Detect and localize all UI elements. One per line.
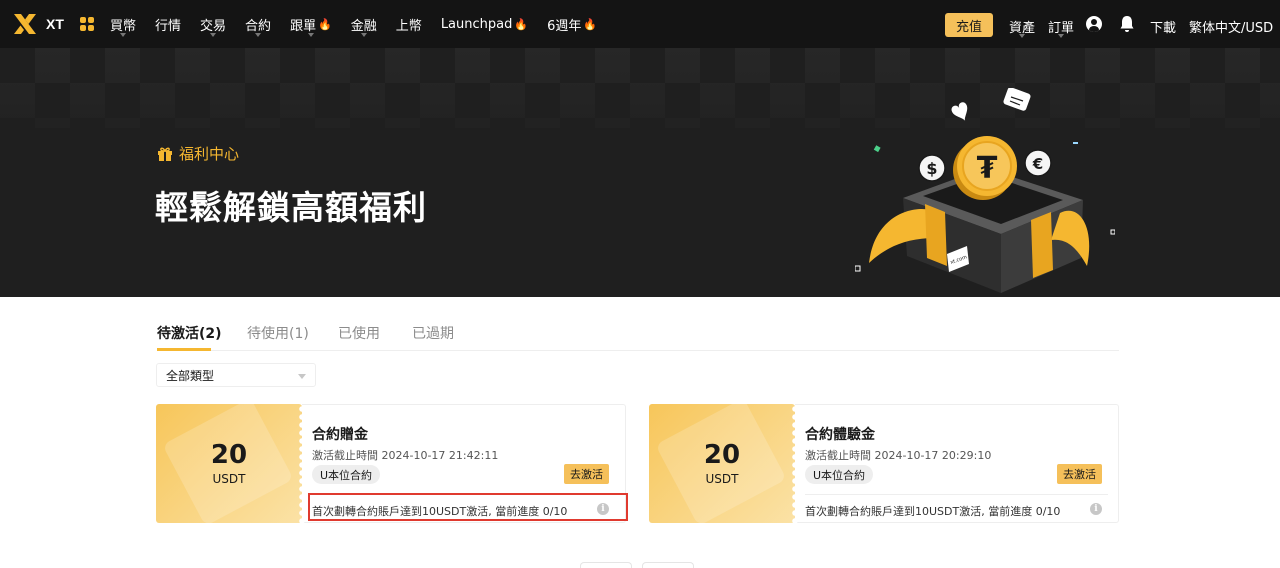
- coupon-unit: USDT: [212, 472, 246, 486]
- apps-grid-icon[interactable]: [80, 17, 94, 31]
- coupon-amount-panel: 20 USDT: [649, 404, 795, 523]
- logo-text: XT: [46, 16, 64, 32]
- type-filter-select[interactable]: 全部類型: [156, 363, 316, 387]
- orders-menu[interactable]: 訂單: [1048, 17, 1074, 38]
- locale-selector[interactable]: 繁体中文/USD: [1189, 17, 1273, 36]
- user-avatar-icon[interactable]: [1086, 16, 1102, 32]
- nav-menu-label: 交易: [200, 18, 227, 34]
- xt-logo-icon: [14, 14, 36, 34]
- assets-menu[interactable]: 資產: [1009, 17, 1035, 38]
- chevron-down-icon: [307, 32, 314, 37]
- coupon-type-badge: U本位合約: [805, 465, 874, 484]
- perforation-edge: [298, 405, 306, 524]
- svg-text:₮: ₮: [977, 151, 998, 186]
- coupon-condition: 首次劃轉合約賬戶達到10USDT激活, 當前進度 0/10: [805, 505, 1061, 518]
- flame-icon: 🔥: [318, 17, 332, 31]
- nav-menu-label: 6週年: [547, 18, 582, 34]
- activate-button[interactable]: 去激活: [564, 464, 609, 484]
- flame-icon: 🔥: [514, 17, 529, 31]
- hero-banner: 福利中心 輕鬆解鎖高額福利 xt.com ₮ $ €: [0, 48, 1280, 297]
- activate-button[interactable]: 去激活: [1057, 464, 1102, 484]
- tab-pending-activation[interactable]: 待激活(2): [157, 323, 222, 343]
- perforation-edge: [791, 405, 799, 524]
- chevron-down-icon: [120, 32, 126, 37]
- chevron-down-icon: [255, 32, 262, 37]
- xt-logo[interactable]: XT: [12, 12, 64, 36]
- chevron-down-icon: [298, 374, 306, 379]
- coupon-type-badge: U本位合約: [312, 465, 381, 484]
- svg-text:€: €: [1032, 155, 1043, 173]
- nav-menu-item[interactable]: 買幣: [110, 15, 137, 37]
- nav-menu-item[interactable]: 6週年 🔥: [547, 15, 597, 34]
- chevron-down-icon: [360, 32, 367, 37]
- tab-used[interactable]: 已使用: [338, 323, 380, 343]
- coupon-details: 合約贈金 激活截止時間 2024-10-17 21:42:11 U本位合約 去激…: [298, 404, 628, 524]
- tab-pending-use[interactable]: 待使用(1): [247, 323, 309, 343]
- nav-menu-item[interactable]: 合約: [245, 15, 272, 37]
- coupon-deadline: 激活截止時間 2024-10-17 21:42:11: [312, 449, 499, 462]
- nav-menu-label: 金融: [350, 18, 377, 34]
- top-nav: XT 買幣 行情 交易 合約 跟單 🔥 金融 上幣 Launchpad 🔥 6週年 🔥 充值 資產 訂…: [0, 0, 1280, 48]
- coupon-title: 合約贈金: [312, 427, 368, 443]
- card-divider: [805, 494, 1108, 495]
- locale-label: 繁体中文/USD: [1189, 21, 1274, 36]
- coupon-card: 20 USDT 合約贈金 激活截止時間 2024-10-17 21:42:11 …: [156, 404, 628, 524]
- active-tab-indicator: [157, 348, 211, 351]
- flame-icon: 🔥: [583, 17, 598, 31]
- chevron-down-icon: [1019, 34, 1025, 38]
- hero-title: 輕鬆解鎖高額福利: [155, 188, 427, 227]
- highlight-box: [308, 493, 628, 521]
- coupon-amount: 20: [703, 440, 741, 470]
- nav-menu-label: 合約: [245, 18, 272, 34]
- nav-menu-item[interactable]: 行情: [155, 15, 181, 34]
- gift-box-coins-illustration: xt.com ₮ $ €: [855, 88, 1115, 293]
- coupon-amount-panel: 20 USDT: [156, 404, 302, 523]
- hero-tag: 福利中心: [157, 143, 239, 164]
- hero-tag-label: 福利中心: [179, 145, 240, 163]
- info-icon[interactable]: i: [1090, 503, 1102, 515]
- gift-icon: [158, 147, 172, 161]
- coupon-amount: 20: [210, 440, 248, 470]
- nav-menu-label: 買幣: [110, 18, 137, 34]
- coupon-details: 合約體驗金 激活截止時間 2024-10-17 20:29:10 U本位合約 去…: [791, 404, 1119, 524]
- download-link[interactable]: 下載: [1150, 17, 1176, 36]
- nav-menu-label: Launchpad: [440, 16, 513, 32]
- pagination-button[interactable]: [642, 562, 694, 568]
- coupon-deadline: 激活截止時間 2024-10-17 20:29:10: [805, 449, 992, 462]
- type-filter-label: 全部類型: [166, 368, 215, 383]
- nav-menu-item[interactable]: 上幣: [396, 15, 422, 34]
- pagination-button[interactable]: [580, 562, 632, 568]
- chevron-down-icon: [210, 32, 217, 37]
- coupon-unit: USDT: [705, 472, 739, 486]
- tab-expired[interactable]: 已過期: [412, 323, 454, 343]
- coupon-title: 合約體驗金: [805, 427, 875, 443]
- download-label: 下載: [1150, 21, 1177, 36]
- nav-menu-label: 行情: [155, 18, 182, 34]
- nav-menu-item[interactable]: 交易: [200, 15, 227, 37]
- nav-menu-item[interactable]: 跟單 🔥: [290, 15, 332, 37]
- chevron-down-icon: [1058, 34, 1064, 38]
- coupon-card: 20 USDT 合約體驗金 激活截止時間 2024-10-17 20:29:10…: [649, 404, 1119, 524]
- bell-icon[interactable]: [1119, 15, 1135, 33]
- nav-menu-label: 跟單: [290, 18, 317, 34]
- nav-menu-item[interactable]: Launchpad 🔥: [441, 17, 528, 32]
- coupon-tabs: 待激活(2) 待使用(1) 已使用 已過期: [157, 320, 1119, 351]
- nav-menu-item[interactable]: 金融: [350, 15, 377, 37]
- svg-text:$: $: [926, 159, 937, 178]
- nav-menu-label: 上幣: [395, 18, 422, 34]
- main-menu: 買幣 行情 交易 合約 跟單 🔥 金融 上幣 Launchpad 🔥 6週年 🔥: [110, 0, 616, 48]
- deposit-button[interactable]: 充值: [945, 13, 993, 37]
